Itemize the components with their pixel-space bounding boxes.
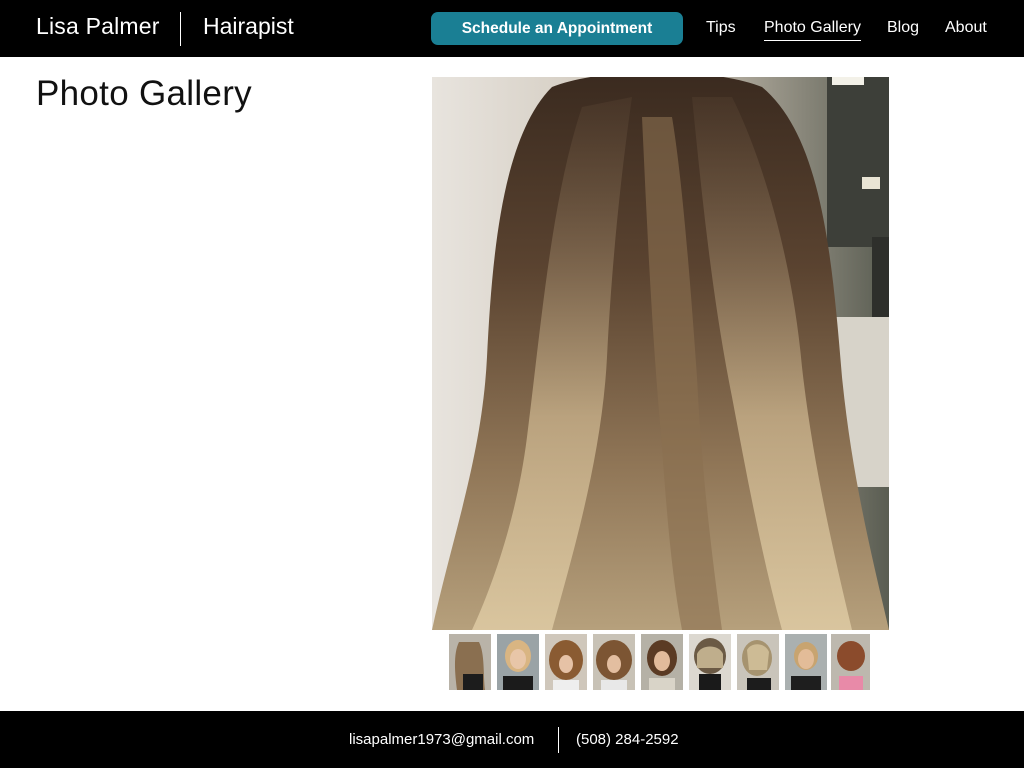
main-nav: Tips Photo Gallery Blog About [0,19,1024,45]
page-title: Photo Gallery [36,74,252,113]
thumbnail-4[interactable] [593,634,635,690]
email-link[interactable]: lisapalmer1973@gmail.com [349,731,534,748]
site-footer: lisapalmer1973@gmail.com (508) 284-2592 [0,711,1024,768]
footer-divider [558,727,559,753]
phone-link[interactable]: (508) 284-2592 [576,731,679,748]
thumbnail-9[interactable] [831,634,870,690]
thumbnail-strip [0,634,1024,692]
thumbnail-6[interactable] [689,634,731,690]
nav-item-blog[interactable]: Blog [887,19,919,40]
site-header: Lisa Palmer Hairapist Schedule an Appoin… [0,0,1024,57]
page: Lisa Palmer Hairapist Schedule an Appoin… [0,0,1024,768]
featured-photo[interactable] [432,77,889,630]
thumbnail-2[interactable] [497,634,539,690]
thumbnail-3[interactable] [545,634,587,690]
nav-item-photo-gallery[interactable]: Photo Gallery [764,19,861,41]
nav-item-about[interactable]: About [945,19,987,40]
nav-item-tips[interactable]: Tips [706,19,736,40]
thumbnail-7[interactable] [737,634,779,690]
thumbnail-5[interactable] [641,634,683,690]
thumbnail-1[interactable] [449,634,491,690]
thumbnail-8[interactable] [785,634,827,690]
hair-photo-illustration [432,77,889,630]
